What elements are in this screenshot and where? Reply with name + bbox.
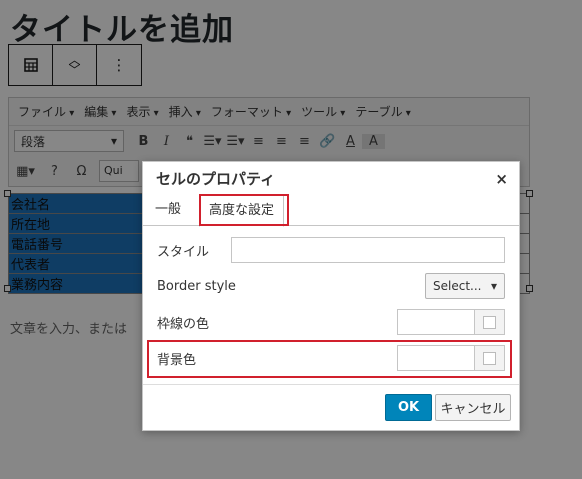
border-style-row: Border style Select... ▾: [157, 273, 505, 299]
border-style-value: Select...: [433, 279, 482, 293]
close-icon[interactable]: ×: [495, 170, 508, 188]
style-row: スタイル: [157, 237, 505, 263]
border-style-select[interactable]: Select... ▾: [425, 273, 505, 299]
color-swatch-icon: [483, 315, 496, 329]
dialog-footer: OK キャンセル: [143, 384, 519, 430]
highlight-box-bg-color: [147, 340, 512, 378]
chevron-down-icon: ▾: [490, 279, 497, 293]
tab-general[interactable]: 一般: [143, 195, 193, 226]
dialog-title: セルのプロパティ: [156, 170, 276, 188]
style-input[interactable]: [231, 237, 505, 263]
border-style-label: Border style: [157, 278, 236, 294]
border-color-input[interactable]: [397, 309, 475, 335]
cell-properties-dialog: セルのプロパティ × 一般 高度な設定 スタイル Border style Se…: [142, 161, 520, 431]
border-color-picker-button[interactable]: [475, 309, 505, 335]
cancel-button[interactable]: キャンセル: [435, 394, 511, 421]
border-color-row: 枠線の色: [157, 309, 505, 335]
dialog-header: セルのプロパティ ×: [143, 162, 519, 195]
highlight-box-tab: [199, 194, 289, 226]
border-color-label: 枠線の色: [157, 316, 210, 332]
ok-button[interactable]: OK: [385, 394, 432, 421]
style-label: スタイル: [157, 244, 210, 260]
